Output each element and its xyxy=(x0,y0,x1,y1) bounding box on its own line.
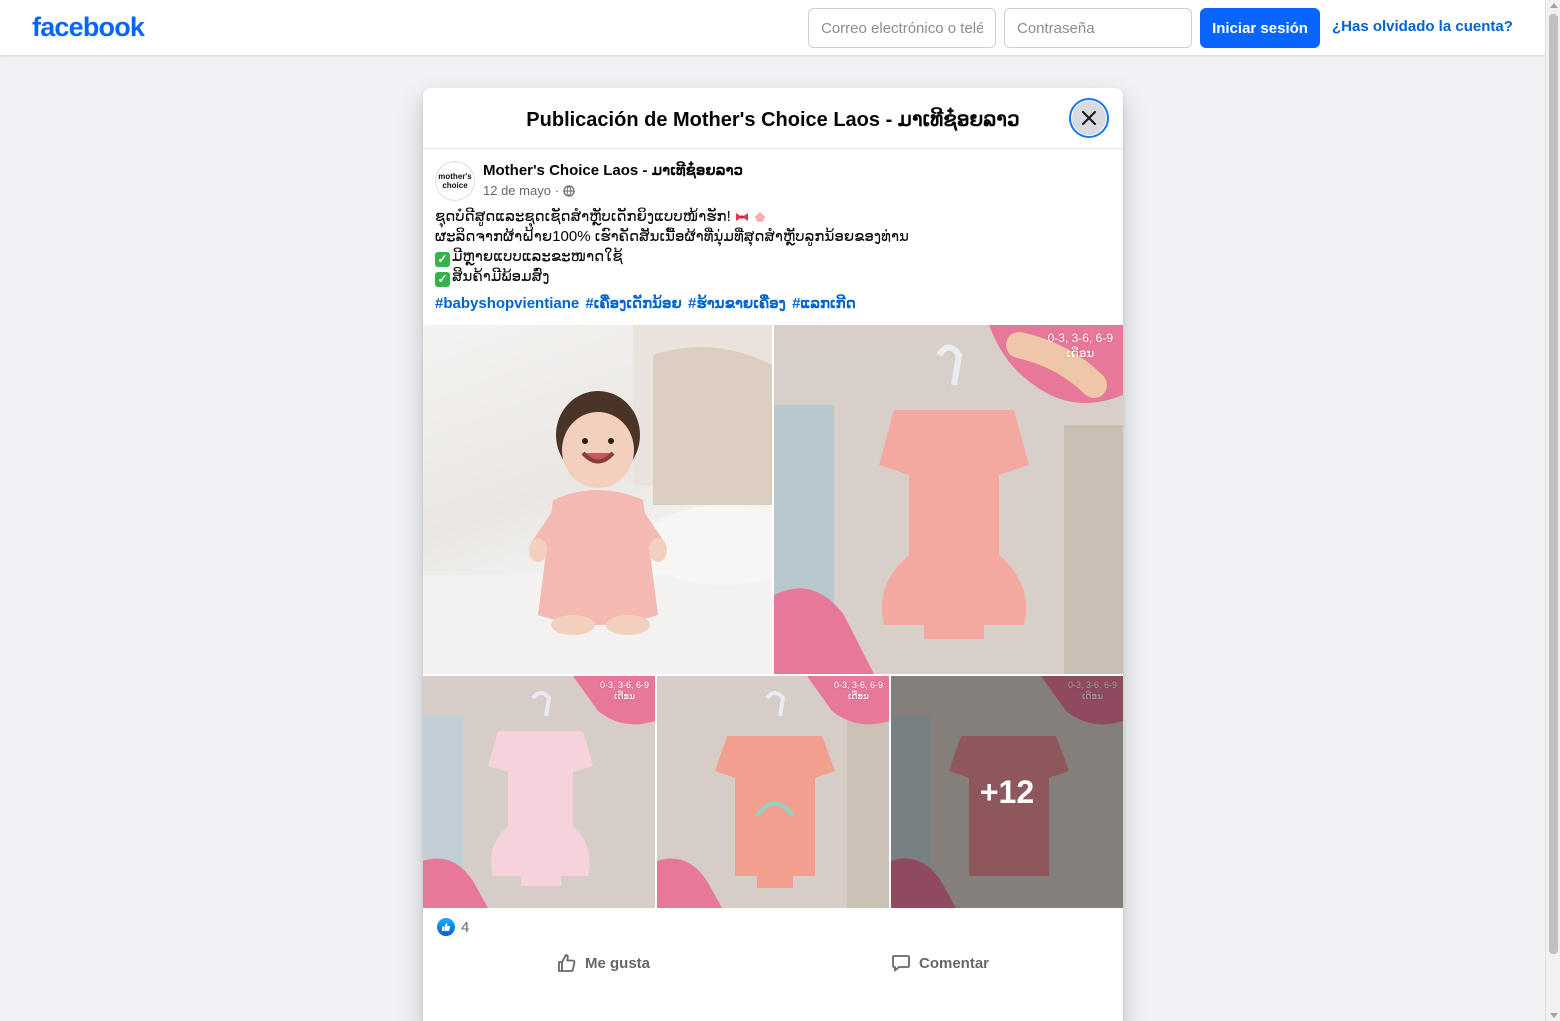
post-text-line-1: ຊຸດບໍດີສູດແລະຊຸດເຊັດສຳຫຼັບເດັກຍິງແບບໜ້າຮ… xyxy=(435,208,731,225)
comment-button-label: Comentar xyxy=(919,954,990,972)
post-meta: 12 de mayo · xyxy=(483,183,575,198)
hashtag-link[interactable]: #ແລກເກີດ xyxy=(792,295,856,312)
hashtag-list: #babyshopvientiane #ເຄື່ອງເດັກນ້ອຍ #ຮ້ານ… xyxy=(435,294,858,312)
dialog-title: Publicación de Mother's Choice Laos - ມາ… xyxy=(526,109,1020,131)
size-range-label: 0-3, 3-6, 6-9 ເດືອນ xyxy=(600,680,649,702)
password-input[interactable] xyxy=(1004,8,1192,48)
post-text: ຊຸດບໍດີສູດແລະຊຸດເຊັດສຳຫຼັບເດັກຍິງແບບໜ້າຮ… xyxy=(435,207,1111,287)
post-date[interactable]: 12 de mayo xyxy=(483,183,551,198)
login-button[interactable]: Iniciar sesión xyxy=(1200,8,1320,48)
size-unit-text: ເດືອນ xyxy=(613,691,635,701)
size-unit-text: ເດືອນ xyxy=(1066,346,1095,360)
check-mark-icon: ✓ xyxy=(435,272,450,287)
check-mark-icon: ✓ xyxy=(435,252,450,267)
like-reaction-icon xyxy=(437,918,455,936)
size-unit-text: ເດືອນ xyxy=(847,691,869,701)
post-text-line: ຊຸດບໍດີສູດແລະຊຸດເຊັດສຳຫຼັບເດັກຍິງແບບໜ້າຮ… xyxy=(435,207,1111,227)
dress-photo-illustration xyxy=(774,325,1123,674)
scroll-up-arrow-icon[interactable] xyxy=(1550,3,1558,8)
onesie-photo-illustration xyxy=(657,676,889,908)
top-navbar: facebook Iniciar sesión ¿Has olvidado la… xyxy=(0,0,1545,56)
size-range-label: 0-3, 3-6, 6-9 ເດືອນ xyxy=(834,680,883,702)
onesie-photo-illustration xyxy=(423,676,655,908)
hashtag-link[interactable]: #ຮ້ານຂາຍເຄື່ອງ xyxy=(688,295,786,312)
hashtag-link[interactable]: #babyshopvientiane xyxy=(435,295,579,312)
post-dialog: Publicación de Mother's Choice Laos - ມາ… xyxy=(423,88,1123,1021)
scroll-thumb[interactable] xyxy=(1549,14,1558,954)
size-range-label: 0-3, 3-6, 6-9 ເດືອນ xyxy=(1048,331,1113,361)
size-range-text: 0-3, 3-6, 6-9 xyxy=(1047,331,1113,345)
close-icon xyxy=(1081,110,1097,126)
ribbon-emoji-icon xyxy=(735,213,748,221)
email-input[interactable] xyxy=(808,8,996,48)
post-text-line: ✓ ມີຫຼາຍແບບແລະຂະໜາດໃຊ້ xyxy=(435,247,1111,267)
flower-emoji-icon xyxy=(755,212,766,222)
facebook-logo[interactable]: facebook xyxy=(32,12,145,43)
comment-button[interactable]: Comentar xyxy=(891,943,989,983)
avatar-logo-text: mother's choice xyxy=(438,172,472,190)
reaction-summary[interactable]: 4 xyxy=(437,918,469,936)
more-photos-overlay[interactable]: +12 xyxy=(891,676,1123,908)
dialog-header: Publicación de Mother's Choice Laos - ມາ… xyxy=(423,88,1123,149)
size-range-text: 0-3, 3-6, 6-9 xyxy=(599,680,649,690)
globe-icon xyxy=(563,184,575,197)
post-text-line: ✓ ສິນຄ້າມີພ້ອມສົ່ງ xyxy=(435,267,1111,287)
post-photo-onesie-1[interactable]: 0-3, 3-6, 6-9 ເດືອນ xyxy=(423,676,655,908)
hashtag-link[interactable]: #ເຄື່ອງເດັກນ້ອຍ xyxy=(585,295,681,312)
meta-separator: · xyxy=(554,183,560,198)
page-scrollbar[interactable] xyxy=(1545,0,1560,1021)
post-text-line-2: ຜະລິດຈາກຜ້າຝ້າຍ100% ເຮົາຄັດສັນເນື້ອຜ້າທີ… xyxy=(435,228,909,245)
scroll-down-arrow-icon[interactable] xyxy=(1550,1013,1558,1018)
page-name-link[interactable]: Mother's Choice Laos - ມາເທີຊ໋ອຍລາວ xyxy=(483,161,743,179)
post-text-line-3: ມີຫຼາຍແບບແລະຂະໜາດໃຊ້ xyxy=(452,248,623,265)
page-avatar[interactable]: mother's choice xyxy=(435,161,475,201)
like-button-label: Me gusta xyxy=(585,954,651,972)
post-photo-onesie-2[interactable]: 0-3, 3-6, 6-9 ເດືອນ xyxy=(657,676,889,908)
post-photo-baby[interactable] xyxy=(423,325,772,674)
like-button[interactable]: Me gusta xyxy=(557,943,650,983)
baby-photo-illustration xyxy=(423,325,772,674)
post-actions: Me gusta Comentar xyxy=(435,943,1111,983)
size-range-text: 0-3, 3-6, 6-9 xyxy=(833,680,883,690)
post-text-line-4: ສິນຄ້າມີພ້ອມສົ່ງ xyxy=(452,268,550,285)
post-photo-pink-dress[interactable]: 0-3, 3-6, 6-9 ເດືອນ xyxy=(774,325,1123,674)
reaction-count: 4 xyxy=(461,918,470,936)
forgot-account-link[interactable]: ¿Has olvidado la cuenta? xyxy=(1332,18,1513,35)
post-photo-more[interactable]: 0-3, 3-6, 6-9 ເດືອນ +12 xyxy=(891,676,1123,908)
thumbs-up-icon xyxy=(558,954,576,972)
close-button[interactable] xyxy=(1069,98,1109,138)
comment-bubble-icon xyxy=(892,955,910,972)
